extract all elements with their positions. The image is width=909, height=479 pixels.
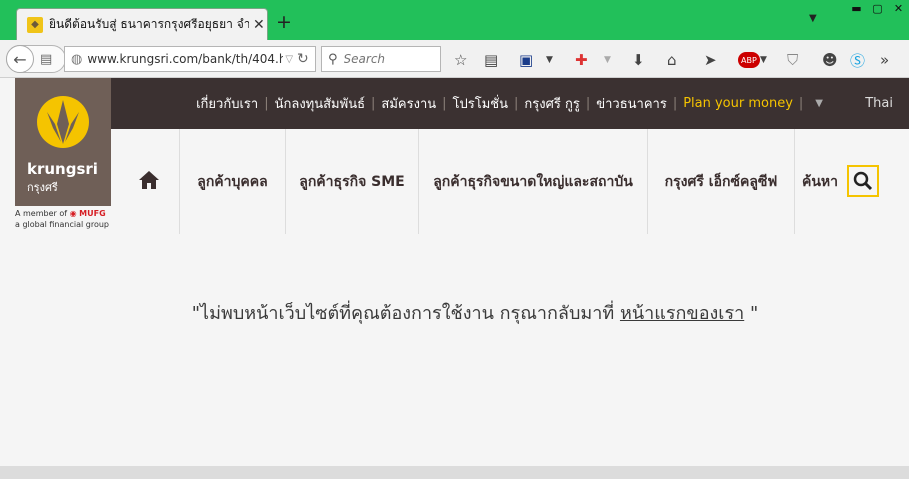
address-bar[interactable]: ◍ www.krungsri.com/bank/th/404.h ▽ ↻: [64, 46, 316, 72]
language-switch[interactable]: Thai: [865, 78, 893, 129]
adblock-icon[interactable]: ABP: [738, 52, 760, 68]
nav-label: ลูกค้าบุคคล: [197, 173, 268, 190]
search-label: ค้นหา: [801, 173, 839, 190]
overflow-menu-icon[interactable]: »: [880, 50, 889, 70]
browser-search-box[interactable]: ⚲: [321, 46, 441, 72]
main-navigation: ลูกค้าบุคคล ลูกค้าธุรกิจ SME ลูกค้าธุรกิ…: [111, 129, 909, 234]
krungsri-logo[interactable]: krungsri กรุงศรี: [15, 78, 111, 206]
top-link-careers[interactable]: สมัครงาน: [381, 93, 436, 114]
page-bottom-bar: [0, 466, 909, 479]
close-window-icon[interactable]: ✕: [888, 0, 909, 17]
maximize-icon[interactable]: ▢: [867, 0, 888, 17]
back-button[interactable]: ←: [6, 45, 34, 73]
message-prefix: "ไม่พบหน้าเว็บไซต์ที่คุณต้องการใช้งาน กร…: [191, 303, 620, 324]
home-browser-icon[interactable]: ⌂: [667, 50, 677, 70]
brand-name: krungsri: [27, 160, 98, 178]
nav-personal[interactable]: ลูกค้าบุคคล: [179, 129, 286, 234]
reader-view-icon[interactable]: ▤: [40, 52, 52, 67]
tab-title: ยินดีต้อนรับสู่ ธนาคารกรุงศรีอยุธยา จำ..…: [49, 17, 249, 31]
browser-toolbar: ← ▤ ◍ www.krungsri.com/bank/th/404.h ▽ ↻…: [0, 40, 909, 78]
top-link-investor[interactable]: นักลงทุนสัมพันธ์: [275, 93, 365, 114]
site-top-bar: เกี่ยวกับเรา | นักลงทุนสัมพันธ์ | สมัครง…: [15, 78, 909, 129]
separator: |: [371, 96, 376, 111]
share-icon[interactable]: ➤: [704, 50, 717, 70]
mufg-logo-icon: ◉: [69, 209, 77, 218]
browser-search-input[interactable]: [343, 52, 434, 66]
nav-exclusive[interactable]: กรุงศรี เอ็กซ์คลูซีฟ: [648, 129, 795, 234]
mufg-line1: A member of: [15, 209, 68, 218]
mufg-line2: a global financial group: [15, 220, 109, 229]
top-link-promotion[interactable]: โปรโมชั่น: [453, 93, 508, 114]
nav-label: ลูกค้าธุรกิจ SME: [299, 173, 405, 190]
browser-tab[interactable]: ◆ ยินดีต้อนรับสู่ ธนาคารกรุงศรีอยุธยา จำ…: [16, 8, 268, 40]
top-link-news[interactable]: ข่าวธนาคาร: [596, 93, 667, 114]
url-text[interactable]: www.krungsri.com/bank/th/404.h: [87, 52, 283, 66]
brand-name-thai: กรุงศรี: [27, 181, 58, 194]
globe-icon: ◍: [71, 51, 83, 67]
top-link-plan-your-money[interactable]: Plan your money: [683, 96, 793, 111]
addon-icon[interactable]: ✚: [575, 50, 588, 70]
site-search-button[interactable]: [847, 165, 879, 197]
save-disk-icon[interactable]: ▣: [519, 50, 533, 70]
window-controls: ▬ ▢ ✕: [846, 0, 909, 17]
home-icon[interactable]: [138, 170, 160, 190]
skype-icon[interactable]: Ⓢ: [850, 50, 865, 70]
chat-icon[interactable]: ☻: [822, 50, 838, 70]
krungsri-emblem-icon: [37, 96, 89, 148]
close-tab-icon[interactable]: ✕: [253, 17, 265, 33]
addon-dropdown-icon[interactable]: ▼: [604, 50, 611, 70]
reload-icon[interactable]: ↻: [297, 51, 309, 67]
nav-label: ลูกค้าธุรกิจขนาดใหญ่และสถาบัน: [433, 173, 633, 190]
search-icon: ⚲: [328, 51, 338, 67]
nav-sme[interactable]: ลูกค้าธุรกิจ SME: [286, 129, 419, 234]
separator: |: [798, 96, 804, 111]
message-suffix: ": [744, 303, 759, 324]
url-dropdown-icon[interactable]: ▽: [285, 54, 293, 65]
separator: |: [585, 96, 591, 111]
download-icon[interactable]: ⬇: [632, 50, 645, 70]
bookmarks-list-icon[interactable]: ▤: [484, 50, 498, 70]
homepage-link[interactable]: หน้าแรกของเรา: [620, 303, 744, 324]
back-forward-group: ← ▤: [6, 45, 66, 73]
mufg-tagline: A member of ◉ MUFG a global financial gr…: [15, 208, 109, 230]
adblock-dropdown-icon[interactable]: ▼: [760, 50, 767, 70]
top-link-about[interactable]: เกี่ยวกับเรา: [196, 93, 258, 114]
mufg-name: MUFG: [79, 209, 106, 218]
top-link-guru[interactable]: กรุงศรี กูรู: [524, 93, 579, 114]
not-found-message: "ไม่พบหน้าเว็บไซต์ที่คุณต้องการใช้งาน กร…: [0, 298, 909, 327]
nav-search-label[interactable]: ค้นหา: [795, 129, 845, 234]
shield-icon[interactable]: ⛉: [787, 50, 798, 70]
caret-down-icon[interactable]: ▼: [815, 98, 823, 109]
new-tab-button[interactable]: +: [276, 11, 292, 33]
krungsri-favicon-icon: ◆: [27, 16, 43, 33]
separator: |: [442, 96, 447, 111]
bookmark-star-icon[interactable]: ☆: [454, 50, 467, 70]
separator: |: [672, 96, 678, 111]
browser-titlebar: ◆ ยินดีต้อนรับสู่ ธนาคารกรุงศรีอยุธยา จำ…: [0, 0, 909, 40]
nav-label: กรุงศรี เอ็กซ์คลูซีฟ: [664, 173, 778, 190]
save-dropdown-icon[interactable]: ▼: [546, 50, 553, 70]
minimize-icon[interactable]: ▬: [846, 0, 867, 17]
top-links: เกี่ยวกับเรา | นักลงทุนสัมพันธ์ | สมัครง…: [196, 78, 823, 129]
separator: |: [514, 96, 519, 111]
separator: |: [264, 96, 269, 111]
magnifier-icon: [853, 171, 873, 191]
nav-corporate[interactable]: ลูกค้าธุรกิจขนาดใหญ่และสถาบัน: [419, 129, 648, 234]
tab-list-dropdown-icon[interactable]: ▼: [809, 13, 817, 24]
